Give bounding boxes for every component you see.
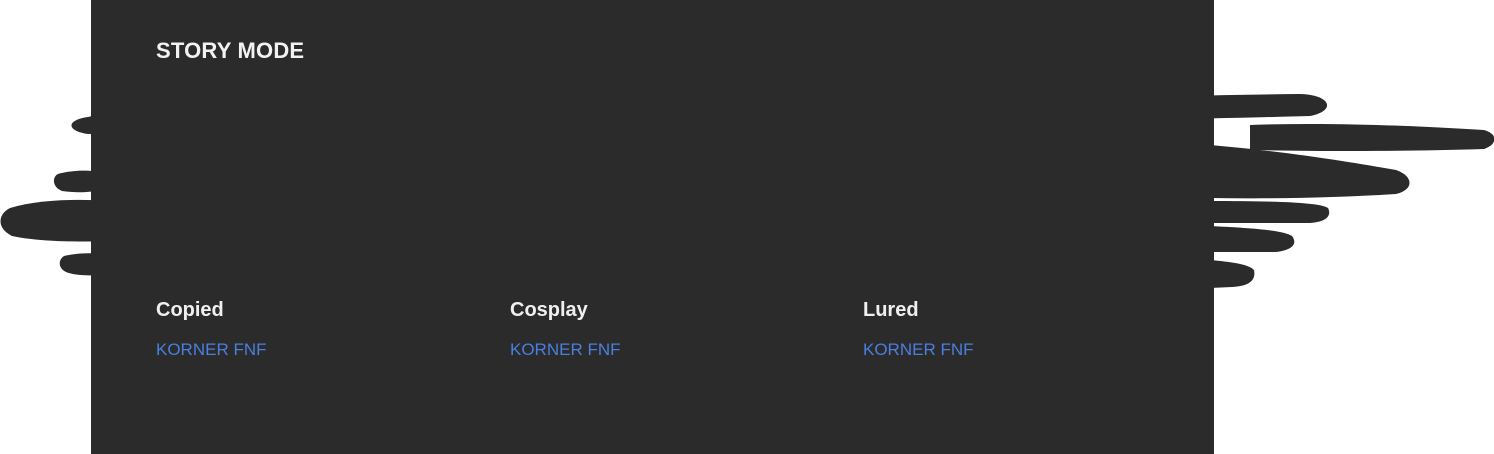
game-card[interactable]: Cosplay KORNER FNF	[510, 297, 810, 377]
section-title: STORY MODE	[156, 38, 305, 63]
game-card-title[interactable]: Lured	[863, 297, 1163, 323]
game-card-list: Copied KORNER FNF Cosplay KORNER FNF Lur…	[156, 297, 1196, 377]
game-card[interactable]: Lured KORNER FNF	[863, 297, 1163, 377]
game-card-author-link[interactable]: KORNER FNF	[156, 339, 267, 361]
game-card-title[interactable]: Copied	[156, 297, 456, 323]
game-card-author-link[interactable]: KORNER FNF	[510, 339, 621, 361]
story-mode-panel: STORY MODE Copied KORNER FNF Cosplay KOR…	[91, 0, 1214, 454]
game-card-author-link[interactable]: KORNER FNF	[863, 339, 974, 361]
game-card[interactable]: Copied KORNER FNF	[156, 297, 456, 377]
game-card-title[interactable]: Cosplay	[510, 297, 810, 323]
